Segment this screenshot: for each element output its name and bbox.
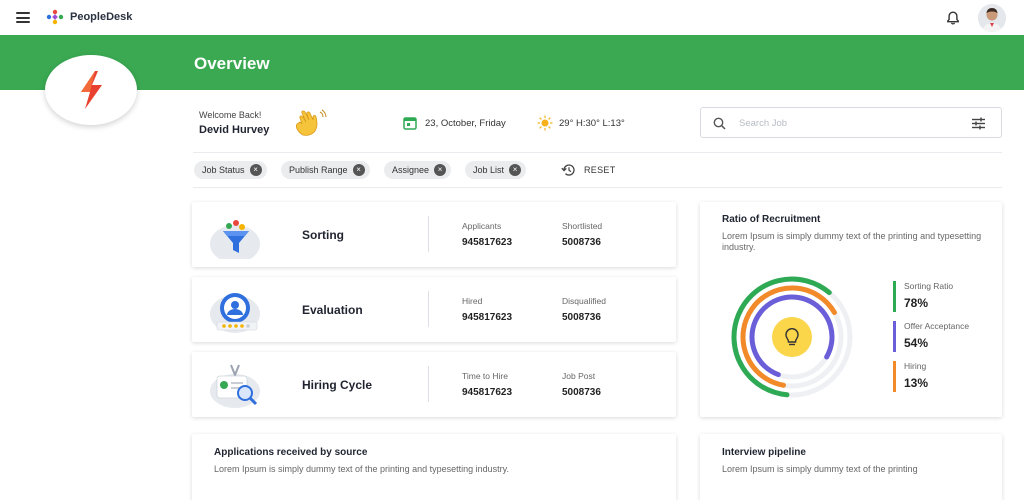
chip-job-list[interactable]: Job List × <box>465 161 527 179</box>
filter-sliders-icon[interactable] <box>971 117 986 130</box>
close-icon[interactable]: × <box>352 164 365 176</box>
welcome-greeting: Welcome Back! <box>199 110 262 120</box>
stat-label: Shortlisted <box>562 221 603 231</box>
stat-value: 945817623 <box>462 312 513 323</box>
chip-assignee[interactable]: Assignee × <box>384 161 452 179</box>
current-date: 23, October, Friday <box>425 118 506 129</box>
card-title: Ratio of Recruitment <box>722 214 821 225</box>
search-box[interactable] <box>700 107 1002 138</box>
legend-label: Hiring <box>904 361 927 371</box>
chip-label: Job Status <box>202 165 245 175</box>
ratio-card: Ratio of Recruitment Lorem Ipsum is simp… <box>700 202 1002 417</box>
chip-label: Job List <box>473 165 505 175</box>
user-avatar[interactable] <box>978 4 1006 32</box>
reset-label: RESET <box>584 165 616 175</box>
legend-value: 78% <box>904 296 929 310</box>
hiring-cycle-card[interactable]: Hiring Cycle Time to Hire 945817623 Job … <box>192 352 676 417</box>
evaluation-card[interactable]: Evaluation Hired 945817623 Disqualified … <box>192 277 676 342</box>
card-title: Hiring Cycle <box>302 378 373 392</box>
legend-hiring: Hiring 13% <box>893 361 928 392</box>
top-bar: PeopleDesk <box>0 0 1024 35</box>
bell-icon[interactable] <box>945 10 961 26</box>
waving-hand-icon <box>295 109 327 136</box>
ratio-rings <box>731 276 853 398</box>
stat-label: Disqualified <box>562 296 606 306</box>
legend-sorting-ratio: Sorting Ratio 78% <box>893 281 953 312</box>
stat-label: Job Post <box>562 371 596 381</box>
card-description: Lorem Ipsum is simply dummy text of the … <box>722 231 982 252</box>
applications-card: Applications received by source Lorem Ip… <box>192 434 676 500</box>
lightbulb-badge <box>772 317 812 357</box>
card-title: Evaluation <box>302 303 363 317</box>
page-title: Overview <box>194 54 270 73</box>
chip-label: Publish Range <box>289 165 348 175</box>
stat-label: Hired <box>462 296 483 306</box>
brand-name: PeopleDesk <box>70 11 133 23</box>
close-icon[interactable]: × <box>509 164 522 176</box>
search-input[interactable] <box>739 114 959 132</box>
stat-value: 5008736 <box>562 237 601 248</box>
card-description: Lorem Ipsum is simply dummy text of the … <box>214 464 509 474</box>
peopledesk-logo <box>46 9 64 25</box>
card-title: Interview pipeline <box>722 447 806 458</box>
vertical-divider <box>428 291 429 327</box>
lightning-icon <box>81 71 102 109</box>
legend-value: 13% <box>904 376 929 390</box>
vertical-divider <box>428 216 429 252</box>
stat-label: Time to Hire <box>462 371 508 381</box>
sorting-card[interactable]: Sorting Applicants 945817623 Shortlisted… <box>192 202 676 267</box>
hamburger-icon[interactable] <box>16 12 30 23</box>
user-name: Devid Hurvey <box>199 124 270 136</box>
stat-value: 5008736 <box>562 312 601 323</box>
stat-label: Applicants <box>462 221 502 231</box>
close-icon[interactable]: × <box>434 164 447 176</box>
card-title: Sorting <box>302 228 344 242</box>
legend-label: Offer Acceptance <box>904 321 970 331</box>
id-badge-search-icon <box>210 364 260 408</box>
profile-rating-icon <box>210 293 260 333</box>
card-title: Applications received by source <box>214 447 368 458</box>
weather-text: 29° H:30° L:13° <box>559 118 625 129</box>
stat-value: 945817623 <box>462 387 513 398</box>
funnel-icon <box>210 220 260 259</box>
chip-label: Assignee <box>392 165 430 175</box>
stat-value: 945817623 <box>462 237 513 248</box>
divider <box>193 152 1002 153</box>
sun-icon <box>537 115 553 131</box>
app-badge <box>45 55 137 125</box>
chip-publish-range[interactable]: Publish Range × <box>281 161 370 179</box>
close-icon[interactable]: × <box>249 164 262 176</box>
chip-job-status[interactable]: Job Status × <box>194 161 267 179</box>
vertical-divider <box>428 366 429 402</box>
legend-value: 54% <box>904 336 929 350</box>
search-icon <box>713 117 726 130</box>
pipeline-card: Interview pipeline Lorem Ipsum is simply… <box>700 434 1002 500</box>
divider <box>193 187 1002 188</box>
stat-value: 5008736 <box>562 387 601 398</box>
legend-label: Sorting Ratio <box>904 281 954 291</box>
overview-banner <box>0 35 1024 90</box>
history-icon <box>561 164 575 176</box>
card-description: Lorem Ipsum is simply dummy text of the … <box>722 464 918 474</box>
legend-offer-acceptance: Offer Acceptance 54% <box>893 321 969 352</box>
calendar-icon <box>403 117 417 130</box>
